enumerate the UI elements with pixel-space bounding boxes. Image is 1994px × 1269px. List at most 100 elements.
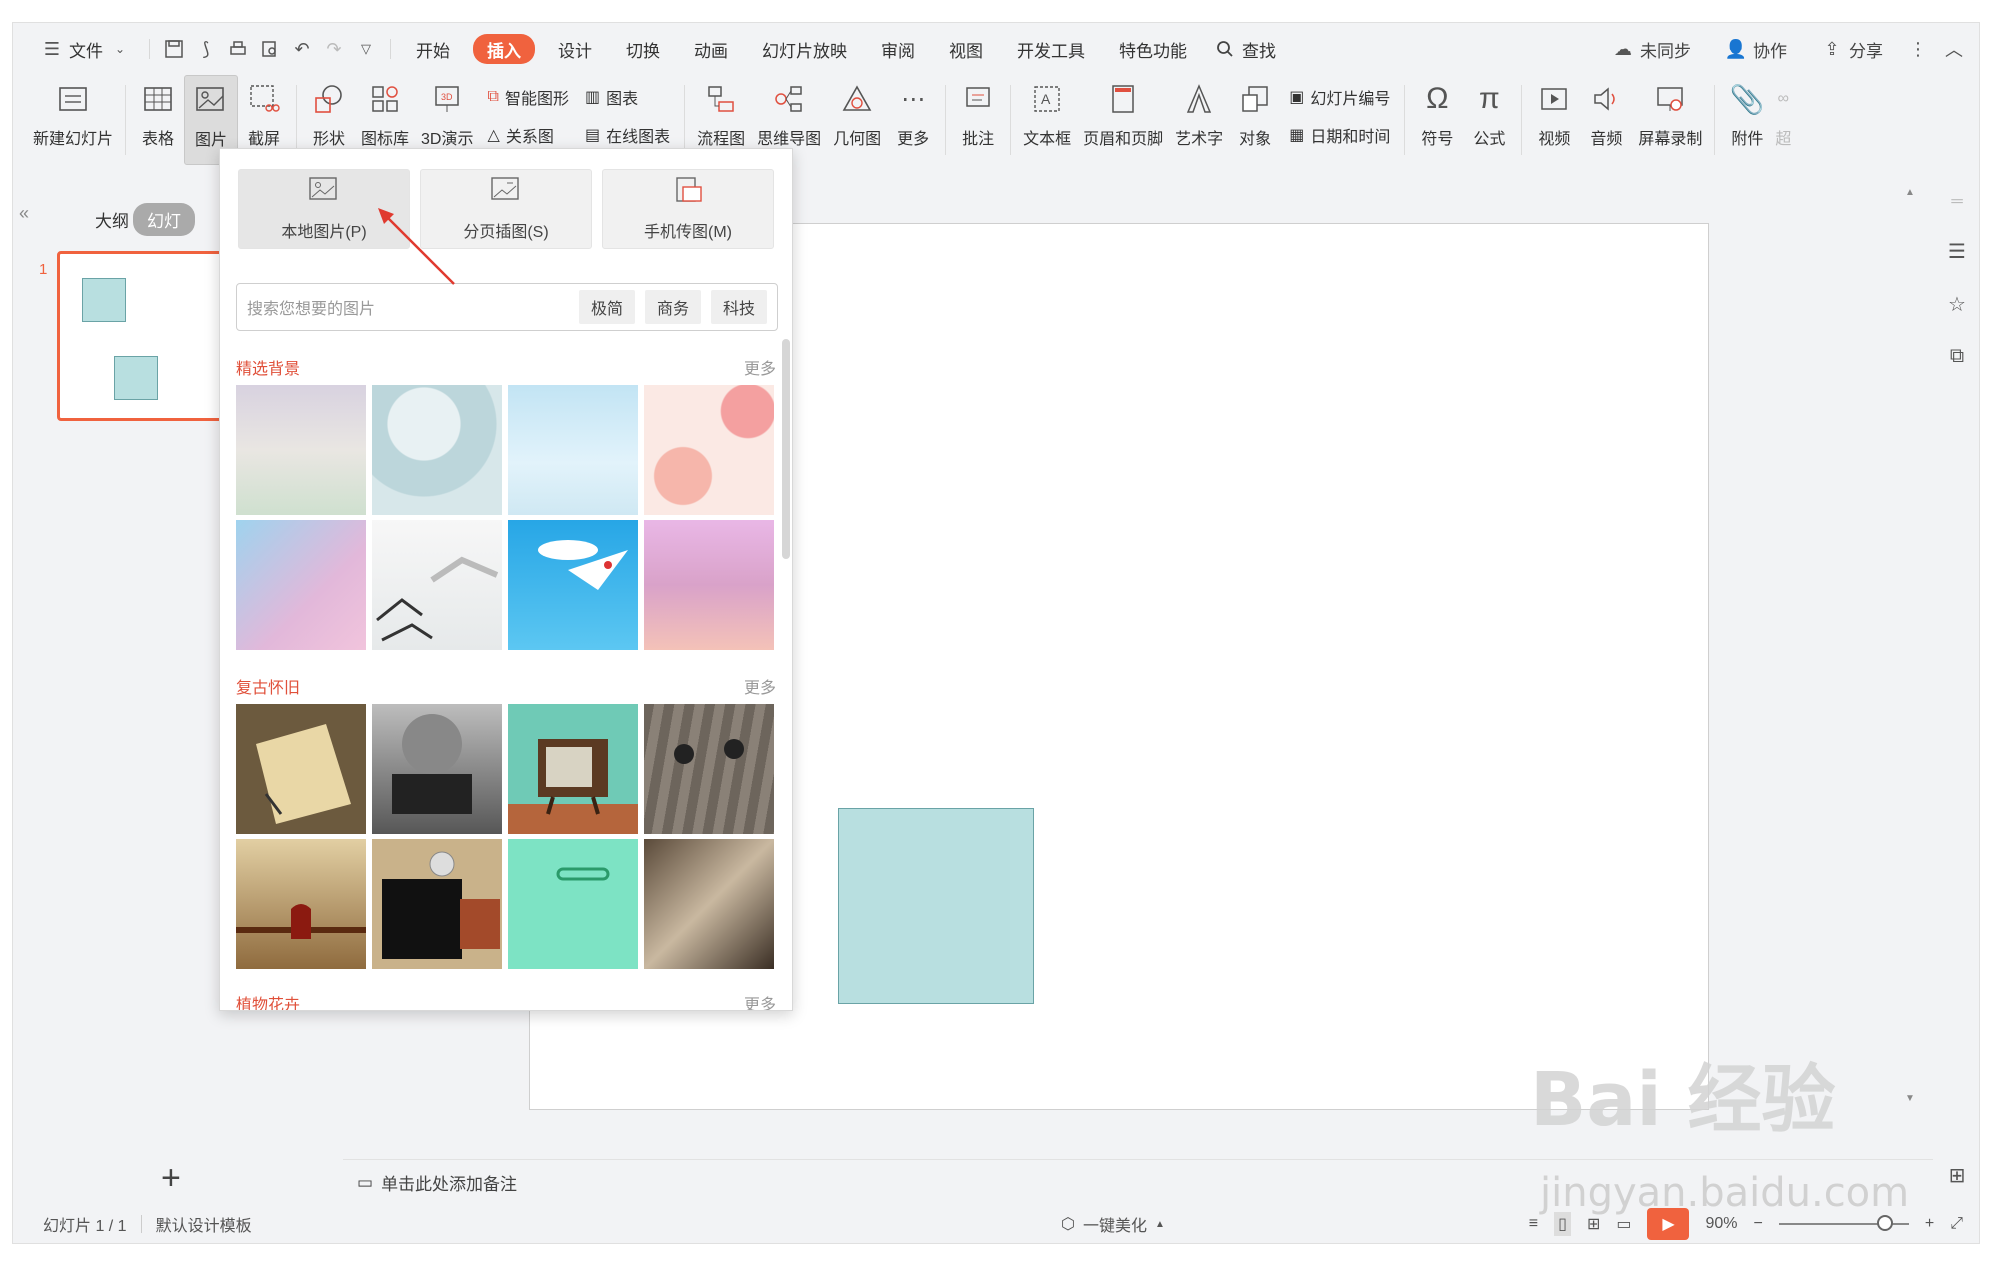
print-icon[interactable] <box>227 38 249 60</box>
tab-developer[interactable]: 开发工具 <box>1000 34 1102 64</box>
chip-minimal[interactable]: 极简 <box>578 290 635 324</box>
zoom-out-icon[interactable]: − <box>1754 1215 1763 1233</box>
section-title-backgrounds: 精选背景 <box>236 361 301 378</box>
header-footer-button[interactable]: 页眉和页脚 <box>1077 75 1169 165</box>
tab-insert[interactable]: 插入 <box>473 34 535 64</box>
rectangle-shape-2[interactable] <box>838 808 1034 1004</box>
image-thumb[interactable] <box>644 385 774 515</box>
image-thumb[interactable] <box>372 385 502 515</box>
table-button[interactable]: 表格 <box>132 75 184 165</box>
share-icon: ⇪ <box>1824 38 1840 59</box>
tab-slides[interactable]: 幻灯 <box>133 203 195 236</box>
screen-record-button[interactable]: 屏幕录制 <box>1632 75 1708 165</box>
tab-features[interactable]: 特色功能 <box>1102 34 1204 64</box>
symbol-button[interactable]: Ω 符号 <box>1411 75 1463 165</box>
tab-design[interactable]: 设计 <box>541 34 609 64</box>
zoom-slider-knob[interactable] <box>1876 1215 1893 1231</box>
video-button[interactable]: 视频 <box>1528 75 1580 165</box>
image-thumb[interactable] <box>236 385 366 515</box>
image-thumb[interactable] <box>508 385 638 515</box>
more-vertical-icon[interactable]: ⋮ <box>1907 38 1929 60</box>
zoom-slider[interactable] <box>1778 1215 1909 1231</box>
image-thumb[interactable] <box>508 520 638 650</box>
zoom-level[interactable]: 90% <box>1705 1215 1737 1233</box>
redo-icon[interactable]: ↷ <box>323 38 345 60</box>
collapse-panel-icon[interactable]: « <box>19 203 29 224</box>
transform-icon[interactable]: ⧉ <box>1950 345 1964 368</box>
phone-image-icon <box>673 176 703 208</box>
image-thumb[interactable] <box>508 839 638 969</box>
slide-sorter-icon[interactable]: ⊞ <box>1587 1214 1600 1234</box>
relation-button[interactable]: △ 关系图 <box>488 123 569 147</box>
comment-button[interactable]: 批注 <box>952 75 1004 165</box>
file-menu[interactable]: ☰ 文件 ⌄ <box>31 32 141 66</box>
undo-icon[interactable]: ↶ <box>291 38 313 60</box>
sync-button[interactable]: ☁ 未同步 <box>1602 32 1701 66</box>
slide-number-button[interactable]: ▣ 幻灯片编号 <box>1289 85 1390 109</box>
template-name[interactable]: 默认设计模板 <box>142 1212 266 1236</box>
image-thumb[interactable] <box>508 704 638 834</box>
formula-button[interactable]: π 公式 <box>1463 75 1515 165</box>
chip-tech[interactable]: 科技 <box>710 290 767 324</box>
fit-window-icon[interactable]: ⤢ <box>1950 1215 1963 1233</box>
print-preview-icon[interactable] <box>259 38 281 60</box>
scroll-up-icon[interactable]: ▲ <box>1905 187 1915 198</box>
mindmap-label: 思维导图 <box>757 131 822 148</box>
canvas-scrollbar[interactable]: ▲ ▼ <box>1903 173 1917 1163</box>
image-thumb[interactable] <box>236 839 366 969</box>
search-command[interactable]: 查找 <box>1204 32 1286 66</box>
tab-review[interactable]: 审阅 <box>864 34 932 64</box>
attachment-button[interactable]: 📎 附件 <box>1721 75 1773 165</box>
smartart-button[interactable]: ⧉ 智能图形 <box>488 85 569 109</box>
scroll-down-icon[interactable]: ▼ <box>1905 1093 1915 1104</box>
tab-slideshow[interactable]: 幻灯片放映 <box>745 34 864 64</box>
tab-start[interactable]: 开始 <box>399 34 467 64</box>
image-thumb[interactable] <box>644 839 774 969</box>
geometry-button[interactable]: 几何图 <box>827 75 887 165</box>
share-button[interactable]: ⇪ 分享 <box>1811 32 1893 66</box>
audio-button[interactable]: 音频 <box>1580 75 1632 165</box>
date-time-button[interactable]: ▦ 日期和时间 <box>1289 123 1390 147</box>
table-icon <box>138 79 178 119</box>
image-thumb[interactable] <box>372 520 502 650</box>
chart-button[interactable]: ▥ 图表 <box>585 85 670 109</box>
dropdown-scrollbar[interactable] <box>782 339 790 559</box>
tab-outline[interactable]: 大纲 <box>95 207 129 232</box>
image-thumb[interactable] <box>372 704 502 834</box>
collab-label: 协作 <box>1753 41 1787 61</box>
star-icon[interactable]: ☆ <box>1948 292 1966 317</box>
customize-icon[interactable]: ▽ <box>355 38 377 60</box>
image-thumb[interactable] <box>644 704 774 834</box>
section-more-backgrounds[interactable]: 更多 <box>744 355 776 379</box>
image-thumb[interactable] <box>372 839 502 969</box>
properties-icon[interactable]: ☰ <box>1948 239 1966 264</box>
section-more-retro[interactable]: 更多 <box>744 674 776 698</box>
image-thumb[interactable] <box>236 704 366 834</box>
save-icon[interactable] <box>163 38 185 60</box>
tab-transition[interactable]: 切换 <box>609 34 677 64</box>
grid-view-icon[interactable]: ⊞ <box>1949 1163 1966 1188</box>
zoom-in-icon[interactable]: + <box>1925 1215 1934 1233</box>
new-slide-button[interactable]: 新建幻灯片 <box>27 75 119 165</box>
image-thumb[interactable] <box>644 520 774 650</box>
section-more-plants[interactable]: 更多 <box>744 991 776 1010</box>
notes-toggle-icon[interactable]: ≡ <box>1529 1215 1538 1233</box>
tab-animation[interactable]: 动画 <box>677 34 745 64</box>
collab-button[interactable]: 👤 协作 <box>1715 32 1797 66</box>
reading-view-icon[interactable]: ▭ <box>1616 1214 1631 1234</box>
chip-business[interactable]: 商务 <box>644 290 701 324</box>
beautify-button[interactable]: ⬡ 一键美化 ▲ <box>1061 1203 1165 1243</box>
image-thumb[interactable] <box>236 520 366 650</box>
picture-search-input[interactable]: 搜索您想要的图片 极简 商务 科技 <box>236 283 778 331</box>
add-slide-plus-icon[interactable]: + <box>161 1159 181 1198</box>
online-chart-button[interactable]: ▤ 在线图表 <box>585 123 670 147</box>
hyperlink-button[interactable]: ∞ 超 <box>1773 75 1793 165</box>
textbox-button[interactable]: A 文本框 <box>1017 75 1077 165</box>
tab-view[interactable]: 视图 <box>932 34 1000 64</box>
more-button[interactable]: ⋯ 更多 <box>887 75 939 165</box>
wordart-button[interactable]: 艺术字 <box>1169 75 1229 165</box>
object-button[interactable]: 对象 <box>1229 75 1281 165</box>
phone-transfer-button[interactable]: 手机传图(M) <box>602 169 774 249</box>
format-painter-icon[interactable]: ⟆ <box>195 38 217 60</box>
collapse-ribbon-icon[interactable]: ︿ <box>1943 38 1965 60</box>
